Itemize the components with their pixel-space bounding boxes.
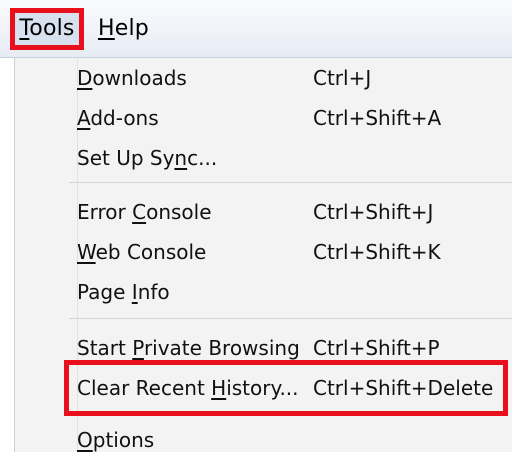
menu-item-add-ons[interactable]: Add-ons Ctrl+Shift+A <box>15 98 512 138</box>
menu-tools[interactable]: Tools <box>14 0 80 58</box>
menu-separator <box>69 318 512 319</box>
menu-item-options[interactable]: Options <box>15 420 512 460</box>
tools-dropdown-menu: Downloads Ctrl+J Add-ons Ctrl+Shift+A Se… <box>14 58 512 452</box>
menu-item-label: Error Console <box>77 200 212 224</box>
menu-item-shortcut: Ctrl+Shift+P <box>313 336 440 360</box>
menu-item-shortcut: Ctrl+Shift+K <box>313 240 441 264</box>
menu-item-web-console[interactable]: Web Console Ctrl+Shift+K <box>15 232 512 272</box>
help-label-rest: elp <box>114 16 149 41</box>
menu-item-set-up-sync[interactable]: Set Up Sync... <box>15 138 512 178</box>
menu-item-label: Page Info <box>77 280 170 304</box>
menu-item-clear-recent-history[interactable]: Clear Recent History... Ctrl+Shift+Delet… <box>15 368 512 408</box>
menu-item-label: Add-ons <box>77 106 159 130</box>
tools-mnemonic: T <box>19 16 30 41</box>
help-mnemonic: H <box>98 16 115 41</box>
menu-item-label: Start Private Browsing <box>77 336 300 360</box>
menu-item-downloads[interactable]: Downloads Ctrl+J <box>15 58 512 98</box>
menu-item-shortcut: Ctrl+Shift+Delete <box>313 376 494 400</box>
menu-item-label: Options <box>77 428 155 452</box>
tools-label-rest: ools <box>29 16 75 41</box>
menu-separator <box>69 182 512 183</box>
menu-item-page-info[interactable]: Page Info <box>15 272 512 312</box>
menu-item-shortcut: Ctrl+Shift+A <box>313 106 442 130</box>
menu-item-label: Downloads <box>77 66 187 90</box>
menu-item-error-console[interactable]: Error Console Ctrl+Shift+J <box>15 192 512 232</box>
menu-item-shortcut: Ctrl+J <box>313 66 372 90</box>
menu-item-label: Clear Recent History... <box>77 376 299 400</box>
menu-item-shortcut: Ctrl+Shift+J <box>313 200 434 224</box>
menu-item-start-private-browsing[interactable]: Start Private Browsing Ctrl+Shift+P <box>15 328 512 368</box>
menu-item-label: Web Console <box>77 240 207 264</box>
menu-bar: Tools Help <box>0 0 512 58</box>
menu-help[interactable]: Help <box>98 0 158 58</box>
menu-item-label: Set Up Sync... <box>77 146 218 170</box>
